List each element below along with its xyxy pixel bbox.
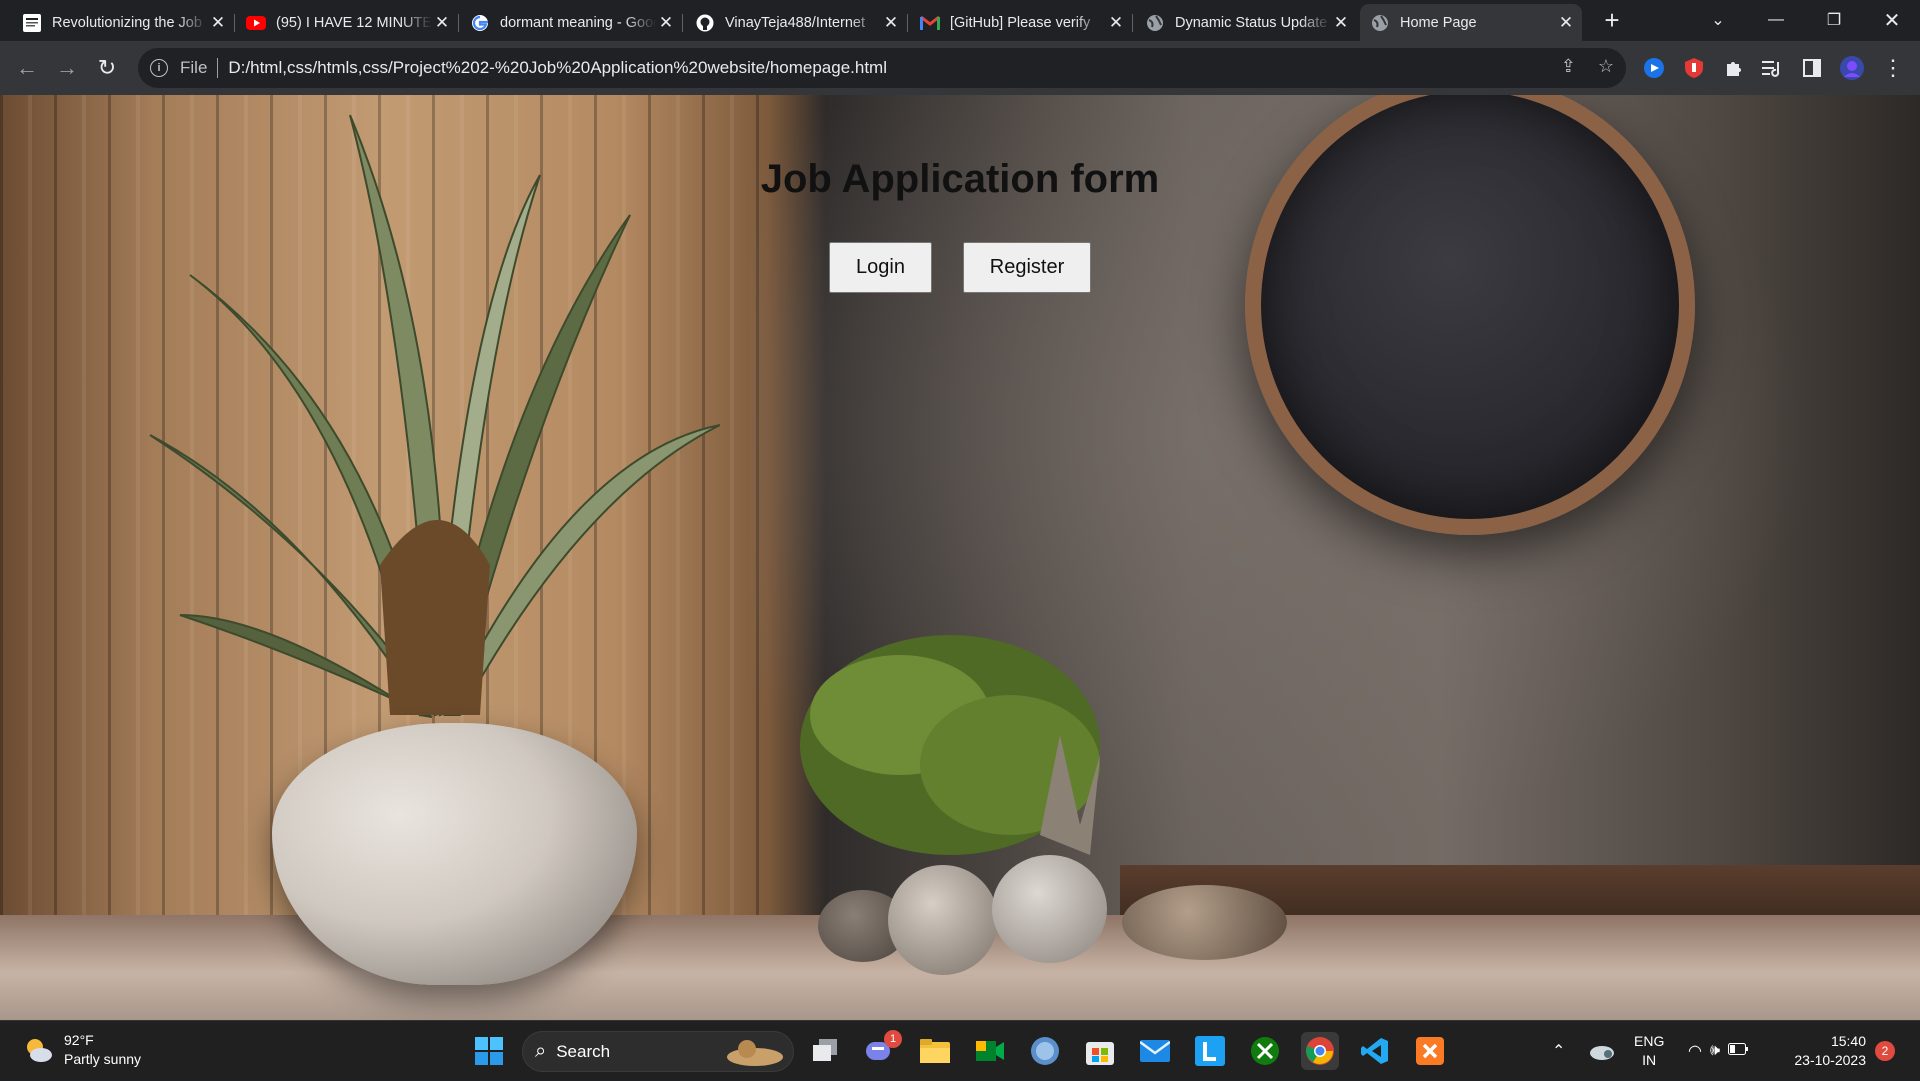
bookmark-star-icon[interactable]: ☆ <box>1598 56 1614 77</box>
url-scheme: File <box>180 58 208 77</box>
menu-kebab-icon[interactable]: ⋮ <box>1879 54 1907 82</box>
minimize-button[interactable]: — <box>1748 0 1804 40</box>
news-favicon-icon <box>22 13 42 33</box>
close-tab-icon[interactable]: ✕ <box>656 13 676 33</box>
close-tab-icon[interactable]: ✕ <box>1331 13 1351 33</box>
windows-taskbar: 92°F Partly sunny ⌕ Search 1 ⌃ ENG IN ◠ … <box>0 1020 1920 1080</box>
tab-6-active[interactable]: Home Page ✕ <box>1360 4 1582 41</box>
vscode-icon[interactable] <box>1356 1032 1394 1070</box>
wifi-icon: ◠ <box>1688 1043 1702 1060</box>
teams-badge: 1 <box>884 1030 902 1048</box>
address-bar[interactable]: i File D:/html,css/htmls,css/Project%202… <box>138 48 1626 88</box>
battery-icon <box>1728 1042 1749 1060</box>
side-panel-icon[interactable] <box>1798 54 1826 82</box>
tab-4[interactable]: [GitHub] Please verify ✕ <box>910 4 1133 41</box>
file-explorer-icon[interactable] <box>916 1032 954 1070</box>
extension-red-shield-icon[interactable] <box>1680 54 1708 82</box>
globe-icon <box>1145 13 1165 33</box>
mail-icon[interactable] <box>1136 1032 1174 1070</box>
weather-widget[interactable]: 92°F Partly sunny <box>22 1031 141 1069</box>
close-tab-icon[interactable]: ✕ <box>432 13 452 33</box>
ceramic-vase-decor <box>272 723 637 985</box>
xbox-icon[interactable] <box>1246 1032 1284 1070</box>
chrome-icon[interactable] <box>1301 1032 1339 1070</box>
windows-start-icon[interactable] <box>470 1032 508 1070</box>
notification-count-badge[interactable]: 2 <box>1875 1041 1895 1061</box>
profile-avatar[interactable] <box>1838 54 1866 82</box>
page-viewport: Job Application form Login Register <box>0 95 1920 1020</box>
new-tab-button[interactable]: + <box>1598 5 1626 35</box>
tab-title: VinayTeja488/Internet <box>725 14 866 31</box>
close-tab-icon[interactable]: ✕ <box>881 13 901 33</box>
speaker-icon: 🕪 <box>1709 1042 1721 1059</box>
tab-2[interactable]: dormant meaning - Google ✕ <box>460 4 683 41</box>
clock-date: 23-10-2023 <box>1794 1052 1866 1068</box>
task-view-icon[interactable] <box>807 1032 845 1070</box>
back-arrow-icon[interactable]: ← <box>13 54 41 82</box>
close-window-button[interactable]: ✕ <box>1864 0 1920 40</box>
site-info-icon[interactable]: i <box>150 59 168 77</box>
tab-1[interactable]: (95) I HAVE 12 MINUTES ✕ <box>236 4 459 41</box>
extensions-puzzle-icon[interactable] <box>1720 54 1748 82</box>
tab-0[interactable]: Revolutionizing the Job ✕ <box>12 4 235 41</box>
restore-button[interactable]: ❐ <box>1806 0 1862 40</box>
tab-title: Revolutionizing the Job <box>52 14 202 31</box>
url-text[interactable]: D:/html,css/htmls,css/Project%202-%20Job… <box>228 58 887 78</box>
weather-temp: 92°F <box>64 1032 94 1048</box>
l-app-icon[interactable] <box>1191 1032 1229 1070</box>
share-icon[interactable]: ⇪ <box>1561 56 1576 77</box>
forward-arrow-icon[interactable]: → <box>53 54 81 82</box>
meet-icon[interactable] <box>971 1032 1009 1070</box>
tab-strip: Revolutionizing the Job ✕ (95) I HAVE 12… <box>0 0 1920 41</box>
page-title: Job Application form <box>760 157 1160 201</box>
tab-title: dormant meaning - Google <box>500 14 656 31</box>
tab-title: [GitHub] Please verify <box>950 14 1091 31</box>
globe-app-icon[interactable] <box>1026 1032 1064 1070</box>
tab-5[interactable]: Dynamic Status Update ✕ <box>1135 4 1357 41</box>
lang-top: ENG <box>1634 1033 1665 1049</box>
search-label: Search <box>556 1041 611 1061</box>
github-icon <box>695 13 715 33</box>
xampp-icon[interactable] <box>1411 1032 1449 1070</box>
onedrive-cloud-icon[interactable] <box>1588 1021 1614 1081</box>
reading-list-icon[interactable] <box>1758 54 1786 82</box>
browser-toolbar: ← → ↻ i File D:/html,css/htmls,css/Proje… <box>0 41 1920 95</box>
close-tab-icon[interactable]: ✕ <box>1106 13 1126 33</box>
search-icon: ⌕ <box>535 1040 547 1062</box>
extension-blue-icon[interactable] <box>1640 54 1668 82</box>
tab-3[interactable]: VinayTeja488/Internet ✕ <box>685 4 908 41</box>
clock[interactable]: 15:40 23-10-2023 <box>1786 1021 1866 1081</box>
quick-settings[interactable]: ◠ 🕪 <box>1688 1021 1749 1081</box>
weather-desc: Partly sunny <box>64 1051 142 1067</box>
globe-icon <box>1370 13 1390 33</box>
round-mirror-decor <box>1245 95 1695 535</box>
gmail-icon <box>920 13 940 33</box>
taskbar-search-box[interactable]: ⌕ Search <box>522 1031 794 1072</box>
google-icon <box>470 13 490 33</box>
tab-title: (95) I HAVE 12 MINUTES <box>276 14 432 31</box>
partly-sunny-icon <box>27 1039 52 1062</box>
tab-title: Dynamic Status Update <box>1175 14 1328 31</box>
tab-search-chevron-icon[interactable]: ⌄ <box>1690 0 1746 40</box>
register-button[interactable]: Register <box>963 242 1091 293</box>
lang-bottom: IN <box>1642 1052 1657 1068</box>
search-highlight-icon <box>727 1039 783 1066</box>
plant-leaves-decor <box>149 114 720 718</box>
youtube-icon <box>246 13 266 33</box>
close-tab-icon[interactable]: ✕ <box>208 13 228 33</box>
tab-title: Home Page <box>1400 14 1477 31</box>
login-button[interactable]: Login <box>829 242 932 293</box>
show-hidden-icons-chevron[interactable]: ⌃ <box>1552 1021 1565 1081</box>
reload-icon[interactable]: ↻ <box>93 54 121 82</box>
clock-time: 15:40 <box>1830 1033 1866 1049</box>
close-tab-icon[interactable]: ✕ <box>1556 13 1576 33</box>
language-indicator[interactable]: ENG IN <box>1634 1021 1664 1081</box>
microsoft-store-icon[interactable] <box>1081 1032 1119 1070</box>
